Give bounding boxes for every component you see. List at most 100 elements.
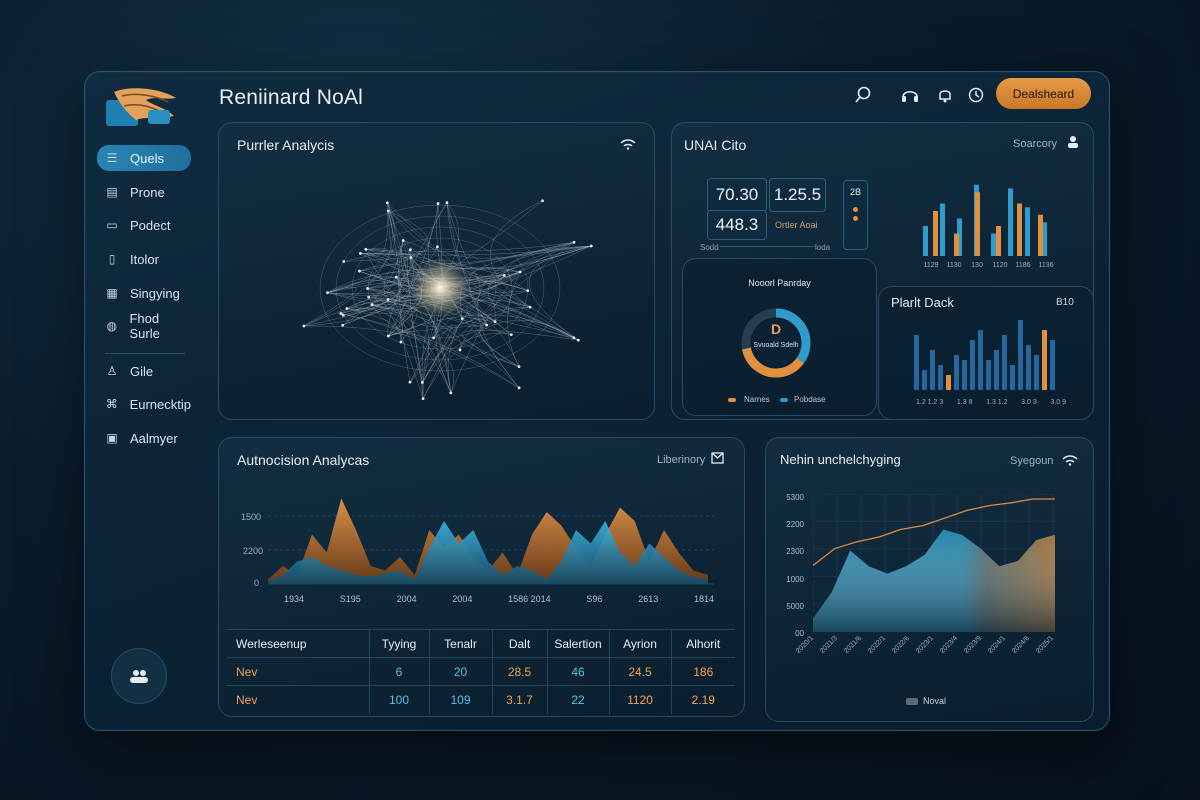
table-header[interactable]: Dalt [491,629,548,658]
app-title: Reniinard NoAl [219,86,364,109]
bar [1010,365,1015,390]
network-node [528,305,532,309]
sidebar-item-label: Gile [130,363,154,379]
table-cell: 3.1.7 [491,685,548,714]
table-header[interactable]: Werleseenup [227,629,370,658]
sidebar-item-quels[interactable]: ☰ Quels [97,145,191,171]
network-graph [302,199,593,401]
brand-logo [106,88,176,126]
mini-stat-value: 2B [849,187,861,197]
bar [970,340,975,390]
network-node [358,252,362,255]
y-tick: 2200 [243,546,264,556]
table-row[interactable]: Nev 6 20 28.5 46 24.5 186 [227,657,735,686]
plan-value: B10 [1056,297,1074,308]
bar [1050,340,1055,390]
user-icon[interactable] [1066,135,1080,154]
dashboard-button[interactable]: Dealsheard [996,78,1091,109]
people-icon[interactable] [111,648,167,704]
table-cell: 2.19 [670,685,735,714]
network-node [572,336,576,340]
tick-label: 5000 [786,601,804,611]
user-icon: ♙ [106,364,118,378]
table-cell: 186 [670,657,735,686]
table-header[interactable]: Alhorit [670,629,735,658]
bar [994,350,999,390]
donut-title: Nooorl Panrday [748,278,811,288]
network-panel-title: Purrler Analycis [237,137,335,153]
mini-dot [853,207,858,212]
bar-chart-plan [914,320,1055,390]
network-node [509,333,513,337]
plan-title: Plarlt Dack [891,295,954,310]
tick-label: 1120 [992,262,1007,268]
tick-label: 1000 [786,574,804,584]
legend-label: Noval [923,696,947,706]
network-node [526,289,530,293]
table-header[interactable]: Tyying [368,629,430,658]
sidebar-item-eurnecktip[interactable]: ⌘ Eurnecktip [97,391,191,417]
network-edge [365,202,388,257]
bar [1002,335,1007,390]
sidebar-item-aalmyer[interactable]: ▣ Aalmyer [97,425,191,451]
headset-icon[interactable] [898,83,922,107]
table-cell: 6 [368,657,430,686]
table-header[interactable]: Ayrion [608,629,672,658]
sidebar-item-podect[interactable]: ▭ Podect [97,212,191,238]
bar [1034,355,1039,390]
table-header[interactable]: Salertion [546,629,610,658]
donut-center-label: D [770,321,782,337]
tick-label: 2004 [396,594,417,604]
bar [923,226,928,256]
stats-panel-subtitle: Soarcory [1013,138,1058,150]
wifi-icon[interactable] [620,137,636,153]
network-node [408,248,412,252]
bar [1026,345,1031,390]
network-node [386,334,390,338]
sidebar-item-itolor[interactable]: ▯ Itolor [97,246,191,272]
network-node [409,256,413,259]
sidebar-item-gile[interactable]: ♙ Gile [97,358,191,384]
network-edge [477,245,592,388]
mail-icon[interactable] [711,451,724,469]
clock-icon[interactable] [964,83,988,107]
donut-legend-2: Pobdase [780,395,826,404]
network-edge [359,210,429,272]
search-icon[interactable] [851,83,875,107]
table-cell: 46 [546,657,610,686]
sidebar-item-label: Quels [130,150,164,166]
bar [954,233,959,256]
bar [1038,214,1043,256]
table-header[interactable]: Tenalr [428,629,493,658]
bar [922,370,927,390]
tick-label: 1934 [284,594,305,604]
network-edge [346,307,452,393]
sidebar-item-prone[interactable]: ▤ Prone [97,179,191,205]
bar [986,360,991,390]
bar [946,375,951,390]
tick-label: 1136 [1038,262,1053,268]
table-row[interactable]: Nev 100 109 3.1.7 22 1120 2.19 [227,685,735,714]
sidebar-item-fhod-surle[interactable]: ◍ Fhod Surle [97,311,191,341]
table-cell: 109 [428,685,493,714]
bar [933,211,938,256]
legend-swatch [780,397,788,402]
network-icon: ⌘ [105,397,118,411]
sidebar-item-label: Itolor [130,251,159,267]
machine-panel-subtitle: Syegoun [1010,455,1054,467]
bar [914,335,919,390]
table-cell: 1120 [608,685,672,714]
bell-icon[interactable] [933,83,957,107]
network-node [364,247,368,251]
stat-left-label: Sodd [700,243,719,252]
legend-label: Narnes [744,395,770,404]
plan-x-ticks: 1.2 1.2 3 1.3 8 1.3 1.2 3.0 3 3.0 9 [916,399,1066,406]
bar [1042,330,1047,390]
sidebar-item-singying[interactable]: ▦ Singying [97,280,191,306]
network-node [341,313,345,317]
tick-label: 1.3 1.2 [986,399,1008,406]
bar [940,203,945,256]
network-node [342,260,346,263]
wifi-icon[interactable] [1062,453,1078,471]
bar [1008,188,1013,256]
